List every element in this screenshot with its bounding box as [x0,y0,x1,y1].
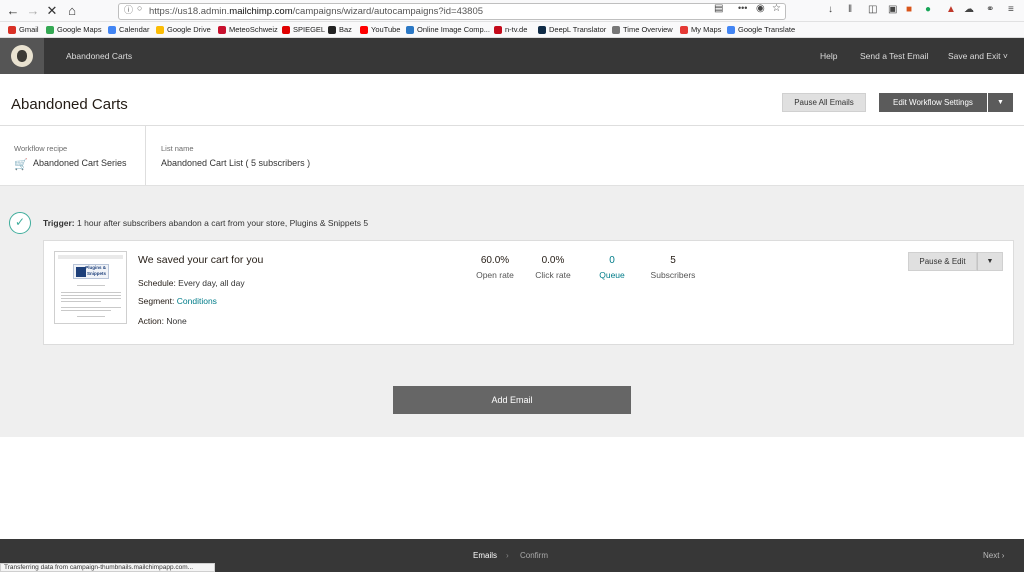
bookmark-online-image-comp[interactable]: Online Image Comp... [406,25,490,34]
cart-icon: 🛒 [14,159,28,171]
screenshot-icon[interactable]: ▣ [888,4,897,15]
chevron-right-icon: › [1001,551,1005,560]
browser-status-bar: Transferring data from campaign-thumbnai… [0,563,215,572]
thumbnail-header [58,255,123,259]
bookmark-my-maps[interactable]: My Maps [680,25,721,34]
help-link[interactable]: Help [820,51,837,61]
reader-icon[interactable]: ▤ [714,3,723,14]
firefox-account-icon[interactable]: ⚭ [986,4,994,15]
hamburger-menu-icon[interactable]: ≡ [1008,4,1014,15]
chevron-down-icon: ˅ [1002,51,1008,61]
sync-icon[interactable]: ☁ [964,4,974,15]
calendar-icon [108,25,116,34]
ntv-icon [494,25,502,34]
baz-icon [328,25,336,34]
next-button[interactable]: Next › [983,551,1004,560]
add-email-button[interactable]: Add Email [393,386,631,414]
bookmark-gmail[interactable]: Gmail [8,25,39,34]
browser-toolbar: ← → ✕ ⌂ https://us18.admin.mailchimp.com… [0,0,1024,22]
list-name-value: Abandoned Cart List ( 5 subscribers ) [161,158,311,168]
pin-icon [680,25,688,34]
workflow-recipe-label: Workflow recipe [14,144,68,153]
youtube-icon [360,25,368,34]
list-name-label: List name [161,144,194,153]
edit-workflow-settings-button[interactable]: Edit Workflow Settings [879,93,987,112]
chevron-down-icon: ▼ [997,99,1004,106]
star-icon[interactable]: ☆ [772,3,781,14]
translate-icon[interactable]: ▲ [946,4,956,15]
page-title: Abandoned Carts [11,96,128,113]
open-rate-label: Open rate [476,270,514,280]
bookmarks-bar: Gmail Google Maps Calendar Google Drive … [0,22,1024,38]
bookmark-baz[interactable]: Baz [328,25,352,34]
home-icon[interactable]: ⌂ [64,3,80,19]
freddie-icon [11,45,33,67]
divider [0,125,1024,126]
spiegel-icon [282,25,290,34]
trigger-text[interactable]: Trigger: 1 hour after subscribers abando… [43,218,368,228]
bookmark-ntv[interactable]: n-tv.de [494,25,527,34]
bookmark-calendar[interactable]: Calendar [108,25,149,34]
bookmark-time-overview[interactable]: Time Overview [612,25,673,34]
email-thumbnail[interactable]: Plugins & Snippets [54,251,127,324]
clock-icon [612,25,620,34]
sidebar-icon[interactable]: ◫ [868,4,877,15]
chevron-down-icon: ▼ [986,258,994,265]
drive-icon [156,25,164,34]
chevron-right-icon: › [506,551,509,560]
bookmark-spiegel[interactable]: SPIEGEL [282,25,325,34]
subscribers-value: 5 [670,255,676,266]
email-actions-dropdown[interactable]: ▼ [977,252,1003,271]
thumbnail-logo: Plugins & Snippets [73,264,109,279]
extension-icon[interactable]: ■ [906,4,912,15]
meteo-icon [218,25,226,34]
download-icon[interactable]: ↓ [828,4,833,15]
open-rate-value: 60.0% [480,255,510,266]
bookmark-google-drive[interactable]: Google Drive [156,25,211,34]
click-rate-label: Click rate [535,270,571,280]
app-header: Abandoned Carts Help Send a Test Email S… [0,38,1024,74]
back-icon[interactable]: ← [5,3,21,19]
maps-icon [46,25,54,34]
step-emails[interactable]: Emails [473,551,497,560]
queue-value[interactable]: 0 [582,255,642,266]
workflow-dropdown-button[interactable]: ▼ [988,93,1013,112]
grammarly-icon[interactable]: ● [925,4,931,15]
workflow-recipe-value: Abandoned Cart Series [33,158,127,168]
queue-label[interactable]: Queue [582,270,642,280]
library-icon[interactable]: ‖ [848,4,852,15]
step-confirm[interactable]: Confirm [520,551,548,560]
save-and-exit-link[interactable]: Save and Exit ˅ [948,51,1008,61]
stop-loading-icon[interactable]: ✕ [44,3,60,19]
bookmark-youtube[interactable]: YouTube [360,25,400,34]
gmail-icon [8,25,16,34]
action-row: Action: None [138,316,187,326]
overflow-menu-icon[interactable]: ••• [738,3,747,13]
lock-icon[interactable]: ○ [137,3,142,13]
check-icon: ✓ [9,212,31,234]
url-bar[interactable]: https://us18.admin.mailchimp.com/campaig… [118,3,786,20]
translate-bookmark-icon [727,25,735,34]
cloud-icon [406,25,414,34]
subscribers-label: Subscribers [650,270,696,280]
email-title[interactable]: We saved your cart for you [138,254,263,266]
pause-all-emails-button[interactable]: Pause All Emails [782,93,866,112]
bookmark-deepl[interactable]: DeepL Translator [538,25,606,34]
forward-icon[interactable]: → [25,3,41,19]
segment-conditions-link[interactable]: Conditions [177,296,217,306]
info-divider [145,126,146,185]
pause-edit-button[interactable]: Pause & Edit [908,252,977,271]
deepl-icon [538,25,546,34]
bookmark-google-maps[interactable]: Google Maps [46,25,102,34]
bookmark-meteoschweiz[interactable]: MeteoSchweiz [218,25,278,34]
pocket-icon[interactable]: ◉ [756,3,765,14]
send-test-email-link[interactable]: Send a Test Email [860,51,928,61]
mailchimp-logo[interactable] [0,38,44,74]
campaign-name: Abandoned Carts [66,51,133,61]
bookmark-google-translate[interactable]: Google Translate [727,25,795,34]
click-rate-value: 0.0% [541,255,565,266]
schedule-row: Schedule: Every day, all day [138,278,245,288]
segment-row: Segment: Conditions [138,296,217,306]
info-icon[interactable]: ⓘ [124,3,133,16]
